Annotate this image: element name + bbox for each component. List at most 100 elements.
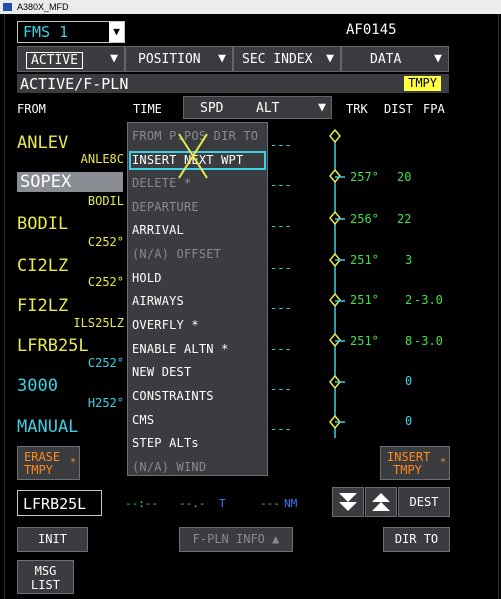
init-button[interactable]: INIT <box>17 527 88 552</box>
waypoint-name[interactable]: FI2LZ <box>17 296 68 316</box>
spd-alt-selector[interactable]: SPD ALT ▼ <box>183 96 332 119</box>
menu-position-label: POSITION <box>138 52 201 67</box>
dest-time: --:-- <box>125 497 159 510</box>
menu-item-departure[interactable]: DEPARTURE <box>132 200 199 214</box>
menu-item-arrival[interactable]: ARRIVAL <box>132 223 184 237</box>
dest-dist-unit: NM <box>284 497 298 510</box>
top-menu-bar: ACTIVE ▼ POSITION ▼ SEC INDEX ▼ DATA ▼ <box>17 46 449 72</box>
constraint-diamond-icon <box>329 168 341 184</box>
leg-trk: 251° <box>350 334 379 348</box>
leg-dist: 22 <box>397 212 412 226</box>
leg-dist: 8 <box>405 334 413 348</box>
dest-airport-box[interactable]: LFRB25L <box>17 490 102 516</box>
col-time: TIME <box>133 102 162 116</box>
alt-dashes: --- <box>270 261 292 275</box>
insert-tmpy-line1: INSERT <box>387 450 431 464</box>
scroll-down-button[interactable] <box>332 487 364 517</box>
waypoint-name[interactable]: MANUAL <box>17 417 78 437</box>
insert-tmpy-line2: TMPY <box>393 463 422 477</box>
menu-item-constraints[interactable]: CONSTRAINTS <box>132 389 214 403</box>
menu-sec-index-label: SEC INDEX <box>242 52 313 67</box>
constraint-diamond-icon <box>329 332 341 348</box>
chevron-down-icon: ▼ <box>109 22 124 42</box>
chevron-down-icon: ▼ <box>318 100 326 115</box>
col-dist: DIST <box>384 102 413 116</box>
chevron-down-icon: ▼ <box>110 51 118 66</box>
tmpy-badge: TMPY <box>404 76 441 91</box>
msg-list-line1: MSG <box>34 564 57 578</box>
alt-dashes: --- <box>270 138 292 152</box>
leg-trk: 256° <box>350 212 379 226</box>
dest-airport: LFRB25L <box>23 495 87 513</box>
constraint-diamond-icon <box>329 210 341 226</box>
menu-item-airways[interactable]: AIRWAYS <box>132 294 184 308</box>
menu-item-hold[interactable]: HOLD <box>132 271 162 285</box>
star-icon: * <box>439 457 446 468</box>
menu-item-overfly[interactable]: OVERFLY * <box>132 318 199 332</box>
app-icon <box>3 3 12 11</box>
waypoint-name[interactable]: ANLEV <box>17 133 68 153</box>
menu-sec-index[interactable]: SEC INDEX ▼ <box>233 46 341 72</box>
menu-item-wind[interactable]: (N/A) WIND <box>132 460 206 474</box>
menu-position[interactable]: POSITION ▼ <box>125 46 233 72</box>
menu-item-new-dest[interactable]: NEW DEST <box>132 365 191 379</box>
leg-trk: 257° <box>350 170 379 184</box>
page-header: ACTIVE/F-PLN TMPY <box>17 74 449 93</box>
col-trk: TRK <box>346 102 368 116</box>
erase-tmpy-line1: ERASE <box>24 450 61 464</box>
waypoint-name[interactable]: LFRB25L <box>17 336 89 356</box>
fms-selector[interactable]: FMS 1 ▼ <box>17 21 125 43</box>
menu-active-label: ACTIVE <box>26 52 83 69</box>
menu-item-enable-altn[interactable]: ENABLE ALTN * <box>132 342 229 356</box>
leg-dist: 3 <box>405 253 413 267</box>
alt-dashes: --- <box>270 219 292 233</box>
alt-label: ALT <box>256 101 280 116</box>
constraint-diamond-icon <box>329 128 341 144</box>
window-title-bar: A380X_MFD <box>0 0 501 14</box>
leg-desc: ANLE8C <box>80 152 124 166</box>
dest-efob: --.- <box>179 497 206 510</box>
leg-desc: C252° <box>87 235 124 249</box>
leg-desc: C252° <box>87 356 124 370</box>
star-icon: * <box>69 457 76 468</box>
vertical-profile-line <box>329 128 345 438</box>
page-title: ACTIVE/F-PLN <box>20 75 129 93</box>
erase-tmpy-line2: TMPY <box>24 463 53 477</box>
leg-dist: 0 <box>405 414 413 428</box>
menu-data[interactable]: DATA ▼ <box>341 46 449 72</box>
leg-dist: 0 <box>405 374 413 388</box>
waypoint-name[interactable]: BODIL <box>17 214 68 234</box>
col-fpa: FPA <box>423 102 445 116</box>
menu-item-offset[interactable]: (N/A) OFFSET <box>132 247 221 261</box>
constraint-diamond-icon <box>329 292 341 308</box>
dest-dist: --- <box>260 497 280 510</box>
dest-button[interactable]: DEST <box>398 487 450 517</box>
double-chevron-up-icon <box>372 493 390 511</box>
dir-to-button[interactable]: DIR TO <box>383 527 450 552</box>
leg-trk: 251° <box>350 293 379 307</box>
menu-item-step-alts[interactable]: STEP ALTs <box>132 436 199 450</box>
waypoint-name[interactable]: SOPEX <box>17 172 123 192</box>
msg-list-line2: LIST <box>31 578 60 592</box>
waypoint-name[interactable]: CI2LZ <box>17 256 68 276</box>
erase-tmpy-button[interactable]: ERASE TMPY * <box>17 446 80 480</box>
menu-item-cms[interactable]: CMS <box>132 413 154 427</box>
window-title: A380X_MFD <box>17 2 69 12</box>
menu-active[interactable]: ACTIVE ▼ <box>17 46 125 72</box>
dest-efob-unit: T <box>219 497 226 510</box>
chevron-down-icon: ▼ <box>218 51 226 66</box>
fpln-info-button[interactable]: F-PLN INFO ▲ <box>179 527 293 552</box>
alt-dashes: --- <box>270 178 292 192</box>
msg-list-button[interactable]: MSG LIST <box>17 560 74 594</box>
insert-tmpy-button[interactable]: INSERT TMPY * <box>380 446 450 480</box>
alt-dashes: --- <box>270 382 292 396</box>
scroll-up-button[interactable] <box>365 487 397 517</box>
chevron-down-icon: ▼ <box>326 51 334 66</box>
waypoint-name[interactable]: 3000 <box>17 376 58 396</box>
alt-dashes: --- <box>270 301 292 315</box>
leg-fpa: -3.0 <box>414 293 443 307</box>
alt-dashes: --- <box>270 342 292 356</box>
menu-data-label: DATA <box>370 52 402 67</box>
leg-desc: C252° <box>87 275 124 289</box>
leg-desc: BODIL <box>87 194 124 208</box>
